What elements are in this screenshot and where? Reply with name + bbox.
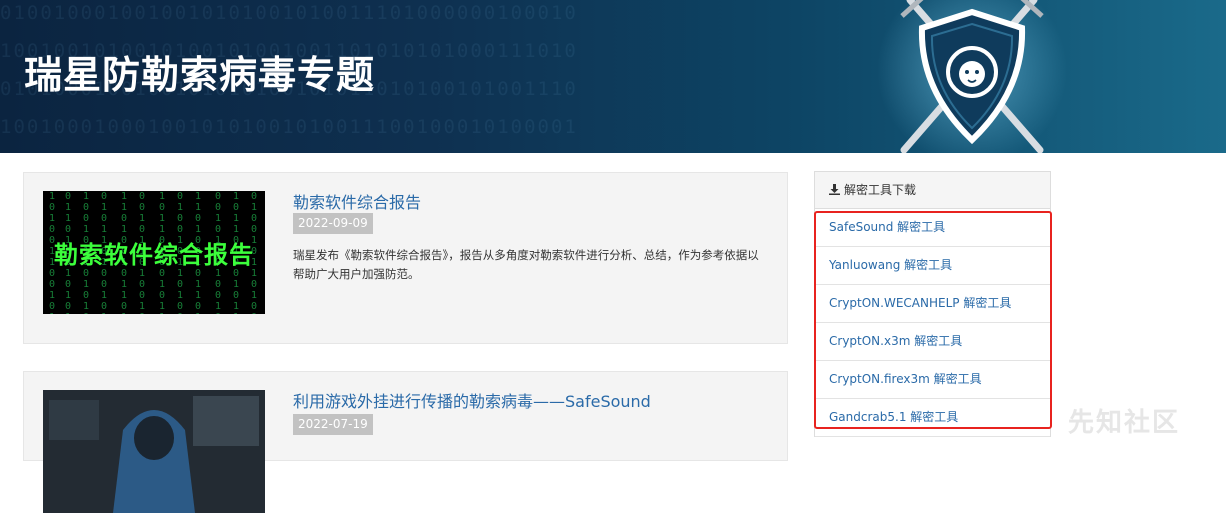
date-badge: 2022-09-09 [293, 213, 373, 234]
watermark: 先知社区 [1068, 408, 1181, 438]
hooded-figure-image [43, 390, 265, 513]
decrypt-tools-panel-heading: 解密工具下载 [814, 171, 1051, 209]
article-card: 1010011001010110100101101001 01101001010… [23, 172, 788, 344]
article-thumbnail[interactable] [43, 390, 265, 513]
article-summary: 瑞星发布《勒索软件综合报告》，报告从多角度对勒索软件进行分析、总结，作为参考依据… [293, 248, 759, 281]
thumbnail-caption: 勒索软件综合报告 [54, 241, 254, 269]
article-title-link[interactable]: 勒索软件综合报告 [293, 189, 421, 213]
page-title: 瑞星防勒索病毒专题 [24, 53, 376, 97]
article-thumbnail[interactable]: 1010011001010110100101101001 01101001010… [43, 191, 265, 314]
article-card: 利用游戏外挂进行传播的勒索病毒——SafeSound 2022-07-19 [23, 371, 788, 513]
highlight-box [814, 211, 1052, 429]
binary-line: 0100100010010010101001010011101000000100… [0, 2, 578, 24]
binary-line: 1001000100010010101001010011100100010100… [0, 116, 578, 138]
date-badge: 2022-07-19 [293, 414, 373, 435]
download-icon [829, 172, 840, 208]
shield-swords-logo-icon [877, 0, 1067, 153]
article-title-link[interactable]: 利用游戏外挂进行传播的勒索病毒——SafeSound [293, 388, 651, 412]
banner: 0100100010010010101001010011101000000100… [0, 0, 1226, 153]
panel-heading-text: 解密工具下载 [844, 183, 917, 197]
